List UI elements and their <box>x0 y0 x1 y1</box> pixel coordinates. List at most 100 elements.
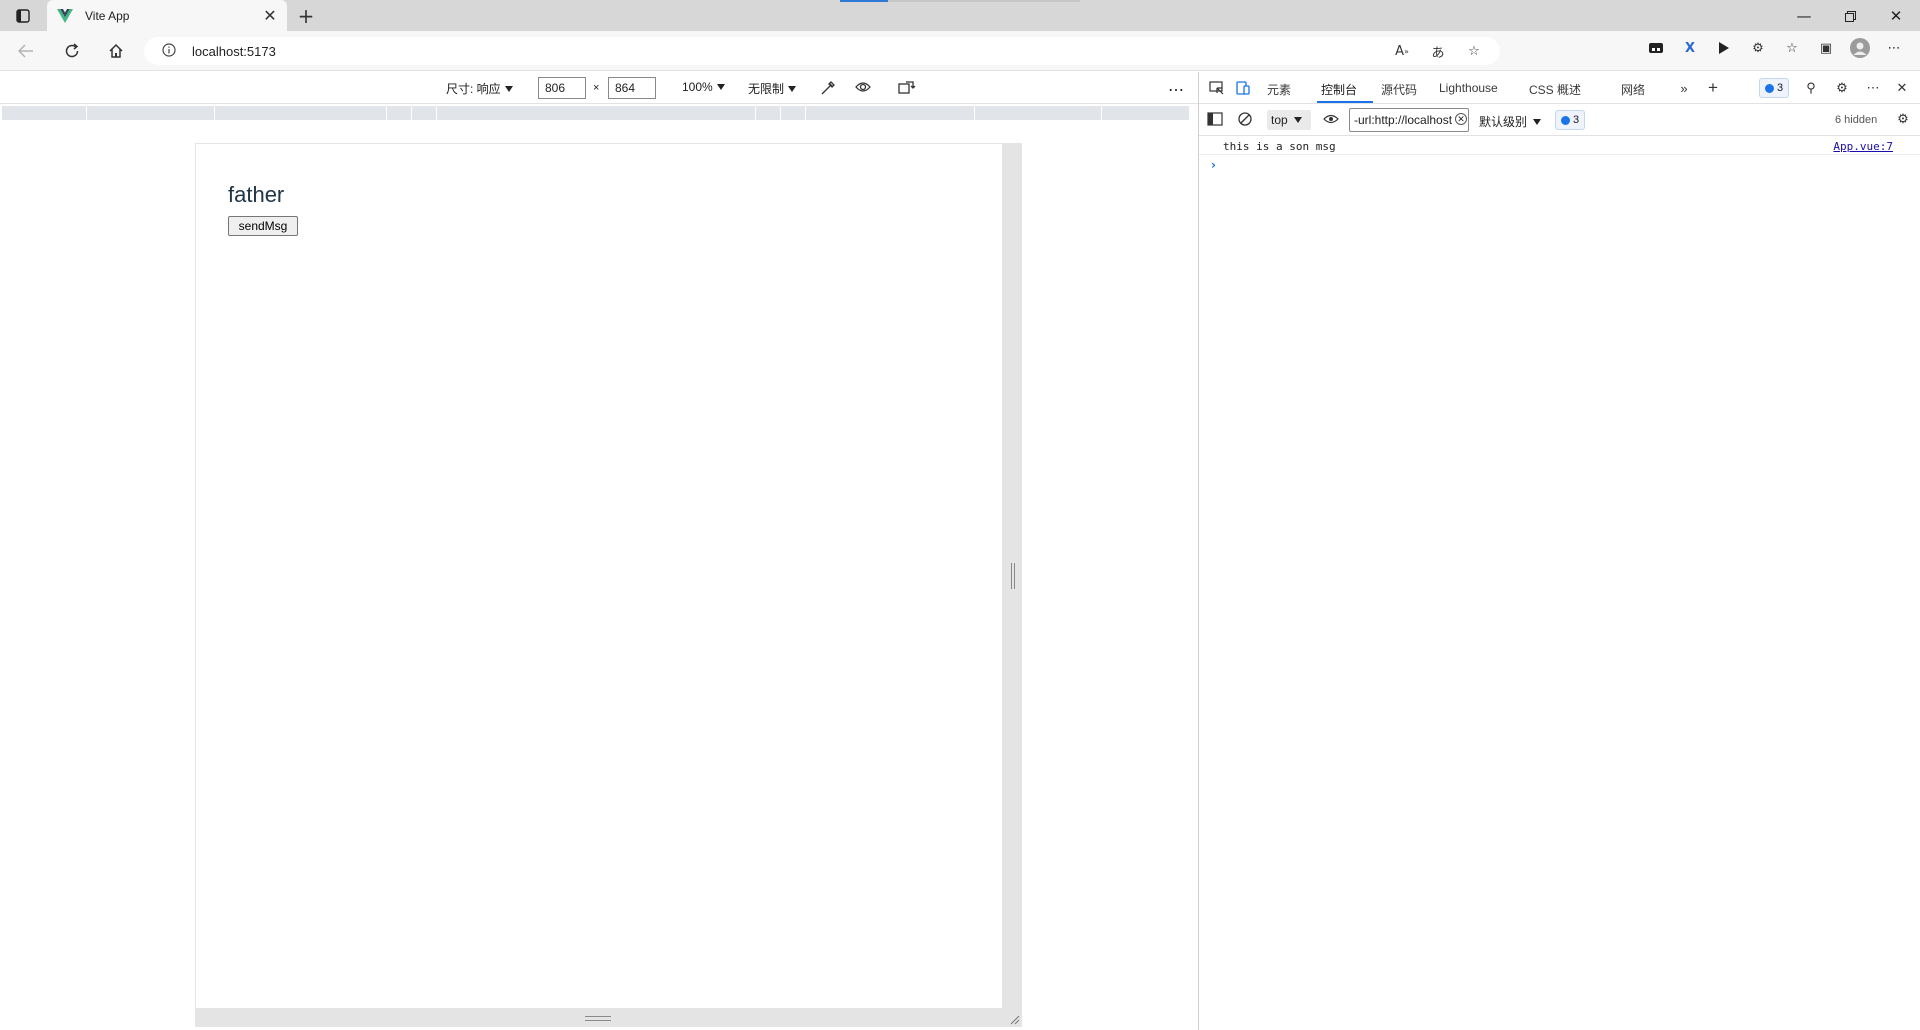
tab-css-overview[interactable]: CSS 概述 <box>1529 81 1581 98</box>
translate-icon[interactable]: あ <box>1428 42 1448 61</box>
console-message: this is a son msg App.vue:7 <box>1199 137 1920 155</box>
zoom-select[interactable]: 100% <box>682 80 725 94</box>
media-query-segment[interactable] <box>781 106 805 120</box>
height-input[interactable]: 864 <box>608 77 656 99</box>
more-tabs-icon[interactable]: » <box>1674 79 1694 97</box>
resize-handle-right[interactable] <box>1003 143 1022 1009</box>
site-info-icon[interactable] <box>162 42 176 60</box>
throttle-select[interactable]: 无限制 <box>748 80 797 97</box>
connect-icon[interactable]: ⚲ <box>1801 79 1821 97</box>
media-query-segment[interactable] <box>215 106 386 120</box>
read-aloud-icon[interactable]: A» <box>1392 42 1412 60</box>
media-query-segment[interactable] <box>975 106 1101 120</box>
media-query-segment[interactable] <box>387 106 411 120</box>
profile-avatar-icon[interactable] <box>1850 38 1870 58</box>
media-query-segment[interactable] <box>756 106 780 120</box>
media-query-bar[interactable] <box>2 106 1196 120</box>
eyedropper-icon[interactable] <box>820 80 836 96</box>
devtools-tabbar: 元素 控制台 源代码 Lighthouse CSS 概述 网络 » + 3 ⚲ … <box>1199 72 1920 104</box>
media-query-segment[interactable] <box>87 106 214 120</box>
more-options-icon[interactable]: ⋯ <box>1168 80 1184 100</box>
resize-corner-icon[interactable] <box>1008 1013 1020 1025</box>
media-query-segment[interactable] <box>412 106 436 120</box>
device-toolbar: 尺寸: 响应 806 × 864 100% 无限制 ⋯ <box>0 72 1198 104</box>
browser-tab[interactable]: Vite App ✕ <box>47 0 287 31</box>
chevron-down-icon <box>716 84 725 90</box>
media-query-segment[interactable] <box>806 106 974 120</box>
url-text: localhost:5173 <box>192 43 276 59</box>
inspect-element-icon[interactable] <box>1207 79 1227 97</box>
devtools-more-icon[interactable]: ⋯ <box>1863 79 1883 97</box>
console-filter-input[interactable]: -url:http://localhost <box>1349 108 1469 132</box>
dimensions-select[interactable]: 尺寸: 响应 <box>446 80 513 97</box>
tab-title: Vite App <box>85 8 130 23</box>
media-query-segment[interactable] <box>2 106 86 120</box>
console-toolbar: top -url:http://localhost ✕ 默认级别 3 6 hid… <box>1199 104 1920 136</box>
live-expression-icon[interactable] <box>1321 110 1341 128</box>
title-bar: Vite App ✕ + — ✕ <box>0 0 1920 31</box>
tab-network[interactable]: 网络 <box>1621 81 1645 98</box>
rotate-icon[interactable] <box>898 80 916 94</box>
dimensions-label: 尺寸: 响应 <box>446 82 501 96</box>
sidebar-toggle-icon[interactable] <box>1205 110 1225 128</box>
omnibox[interactable]: localhost:5173 A» あ ☆ <box>144 37 1500 65</box>
settings-more-icon[interactable]: ⋯ <box>1884 39 1904 57</box>
favorites-icon[interactable]: ☆ <box>1782 39 1802 57</box>
close-window-icon[interactable]: ✕ <box>1874 4 1918 28</box>
times-sign: × <box>593 82 600 94</box>
width-input[interactable]: 806 <box>538 77 586 99</box>
tab-sources[interactable]: 源代码 <box>1381 81 1417 98</box>
add-favorite-icon[interactable]: ☆ <box>1464 42 1484 60</box>
play-extension-icon[interactable] <box>1714 39 1734 57</box>
settings-gear-icon[interactable]: ⚙ <box>1832 79 1852 97</box>
device-toggle-icon[interactable] <box>1233 79 1253 97</box>
context-select[interactable]: top <box>1267 110 1311 130</box>
console-settings-icon[interactable]: ⚙ <box>1893 110 1913 128</box>
log-source-link[interactable]: App.vue:7 <box>1833 140 1893 153</box>
emulated-page: father sendMsg <box>195 143 1003 1009</box>
reload-icon[interactable] <box>58 39 86 63</box>
message-icon <box>1561 115 1570 125</box>
hidden-count: 6 hidden <box>1835 114 1878 126</box>
address-bar: localhost:5173 A» あ ☆ X ⚙ ☆ ▣ ⋯ <box>0 31 1920 71</box>
collections-icon[interactable]: ▣ <box>1816 39 1836 57</box>
send-msg-button[interactable]: sendMsg <box>228 216 298 236</box>
grip-icon <box>585 1016 611 1021</box>
vision-deficiency-icon[interactable] <box>855 80 871 94</box>
extension-icon[interactable] <box>1646 39 1666 57</box>
resize-handle-bottom[interactable] <box>195 1009 1022 1027</box>
throttle-label: 无限制 <box>748 82 785 96</box>
console-prompt[interactable]: › <box>1211 158 1216 172</box>
tab-console[interactable]: 控制台 <box>1321 81 1357 98</box>
issues-badge[interactable]: 3 <box>1759 78 1790 98</box>
tab-elements[interactable]: 元素 <box>1267 81 1291 98</box>
tab-lighthouse[interactable]: Lighthouse <box>1439 81 1498 95</box>
tab-close-icon[interactable]: ✕ <box>259 5 281 27</box>
log-level-select[interactable]: 默认级别 <box>1479 113 1542 130</box>
extensions-puzzle-icon[interactable]: ⚙ <box>1748 39 1768 57</box>
close-devtools-icon[interactable]: ✕ <box>1892 79 1912 97</box>
context-label: top <box>1271 113 1288 127</box>
media-query-segment[interactable] <box>1102 106 1189 120</box>
message-icon <box>1765 83 1774 93</box>
viewport-area: father sendMsg <box>0 121 1198 1030</box>
issues-count: 3 <box>1777 82 1784 94</box>
add-tab-icon[interactable]: + <box>1703 78 1723 97</box>
clear-console-icon[interactable] <box>1235 110 1255 128</box>
chevron-down-icon <box>1533 118 1542 125</box>
tab-actions-icon[interactable] <box>12 6 34 26</box>
minimize-icon[interactable]: — <box>1782 4 1826 28</box>
grip-icon <box>1011 563 1015 589</box>
messages-count: 3 <box>1573 114 1580 126</box>
x-extension-icon[interactable]: X <box>1680 39 1700 57</box>
restore-icon[interactable] <box>1828 4 1872 28</box>
home-icon[interactable] <box>102 39 130 63</box>
clear-filter-icon[interactable]: ✕ <box>1455 113 1467 125</box>
new-tab-icon[interactable]: + <box>294 4 318 28</box>
back-icon[interactable] <box>12 39 40 63</box>
media-query-segment[interactable] <box>437 106 755 120</box>
zoom-label: 100% <box>682 80 713 94</box>
log-level-label: 默认级别 <box>1479 115 1528 129</box>
messages-badge[interactable]: 3 <box>1555 110 1586 130</box>
chevron-down-icon <box>788 85 797 92</box>
